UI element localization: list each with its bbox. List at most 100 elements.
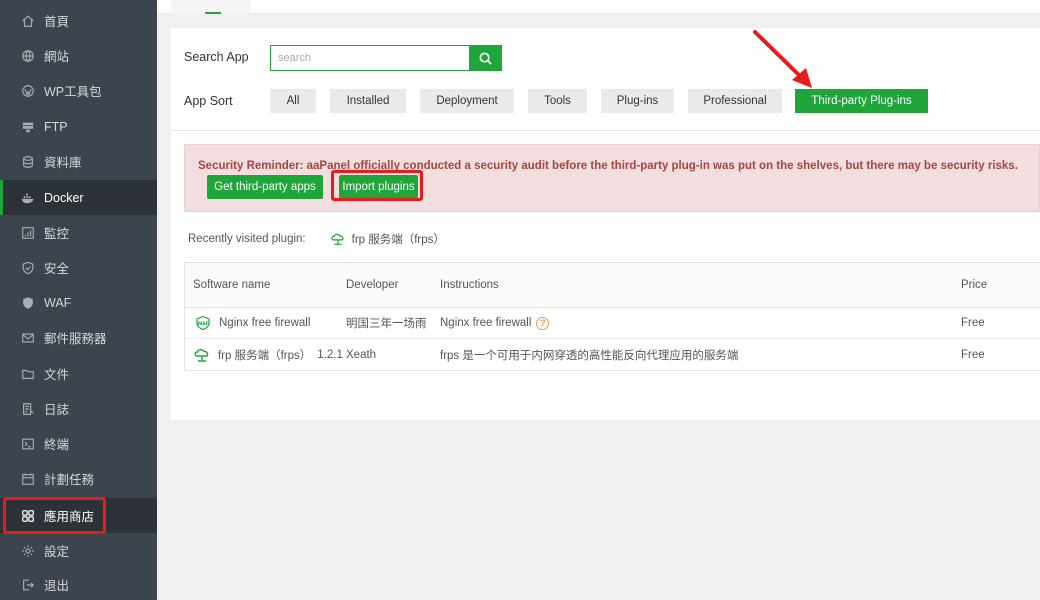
shield-icon <box>20 260 36 276</box>
table-row[interactable]: WAF Nginx free firewall 明国三年一场雨 Nginx fr… <box>185 308 1040 339</box>
column-header-developer: Developer <box>346 279 399 291</box>
wordpress-icon <box>20 83 36 99</box>
sidebar-item-mail-server[interactable]: 郵件服務器 <box>0 320 157 355</box>
help-icon[interactable]: ? <box>536 316 550 330</box>
svg-text:WAF: WAF <box>197 321 208 327</box>
sidebar-item-label: 退出 <box>44 579 70 593</box>
waf-shield-icon <box>20 295 36 311</box>
sidebar-item-label: WAF <box>44 295 72 310</box>
gear-icon <box>20 543 36 559</box>
sidebar-item-label: 計劃任務 <box>44 473 95 487</box>
cloud-server-icon <box>331 233 344 245</box>
sidebar-item-home[interactable]: 首頁 <box>0 3 157 38</box>
sidebar-item-cron[interactable]: 計劃任務 <box>0 461 157 496</box>
plugin-table: Software name Developer Instructions Pri… <box>184 262 1040 371</box>
app-sort-label: App Sort <box>184 94 233 108</box>
sort-installed-button[interactable]: Installed <box>330 89 406 113</box>
search-label: Search App <box>184 50 249 64</box>
sidebar-item-label: 文件 <box>44 368 70 382</box>
software-name: Nginx free firewall <box>219 317 311 329</box>
globe-icon <box>20 48 36 64</box>
filter-area: Search App search App Sort All Installed… <box>171 28 1040 131</box>
recent-plugin-name: frp 服务端（frps） <box>351 234 445 246</box>
ftp-icon <box>20 119 36 135</box>
column-header-instructions: Instructions <box>440 279 499 291</box>
developer-cell: Xeath <box>346 348 377 361</box>
database-icon <box>20 154 36 170</box>
top-tab[interactable] <box>171 0 251 14</box>
sidebar-item-label: WP工具包 <box>44 85 102 99</box>
developer-cell: 明国三年一场雨 <box>346 318 427 330</box>
security-reminder: Security Reminder: aaPanel officially co… <box>184 144 1040 212</box>
software-name-cell: frp 服务端（frps） 1.2.1 <box>193 339 343 370</box>
sort-third-party-button[interactable]: Third-party Plug-ins <box>795 89 928 113</box>
sort-tools-button[interactable]: Tools <box>528 89 587 113</box>
instructions-cell: frps 是一个可用于内网穿透的高性能反向代理应用的服务端 <box>440 349 739 362</box>
sidebar-item-label: 網站 <box>44 50 70 64</box>
sidebar-item-label: 監控 <box>44 227 70 241</box>
recent-plugin-frps[interactable]: frp 服务端（frps） <box>330 231 445 247</box>
app-store-panel: Search App search App Sort All Installed… <box>171 28 1040 420</box>
apps-grid-icon <box>20 508 36 524</box>
software-name-cell: WAF Nginx free firewall <box>195 308 310 338</box>
top-tab-bar <box>157 0 1040 14</box>
sort-all-button[interactable]: All <box>270 89 316 113</box>
get-third-party-apps-button[interactable]: Get third-party apps <box>207 175 323 199</box>
log-icon <box>20 401 36 417</box>
sort-plugins-button[interactable]: Plug-ins <box>601 89 674 113</box>
sidebar-item-docker[interactable]: Docker <box>0 180 157 215</box>
sidebar-item-monitor[interactable]: 監控 <box>0 215 157 250</box>
sidebar-item-label: 安全 <box>44 262 70 276</box>
docker-icon <box>20 190 36 206</box>
import-plugins-button[interactable]: Import plugins <box>339 175 418 199</box>
sidebar-item-label: 郵件服務器 <box>44 332 107 346</box>
sidebar-item-terminal[interactable]: 終端 <box>0 426 157 461</box>
sidebar-item-label: 終端 <box>44 438 70 452</box>
calendar-icon <box>20 471 36 487</box>
sidebar-item-label: 日誌 <box>44 403 70 417</box>
sidebar-item-ftp[interactable]: FTP <box>0 109 157 144</box>
instructions-text: Nginx free firewall <box>440 317 532 329</box>
sidebar-item-app-store[interactable]: 應用商店 <box>0 498 157 533</box>
sidebar-item-website[interactable]: 網站 <box>0 38 157 73</box>
instructions-cell: Nginx free firewall ? <box>440 308 550 338</box>
table-row[interactable]: frp 服务端（frps） 1.2.1 Xeath frps 是一个可用于内网穿… <box>185 339 1040 370</box>
sort-deployment-button[interactable]: Deployment <box>420 89 514 113</box>
sidebar-item-wp-toolkit[interactable]: WP工具包 <box>0 73 157 108</box>
sidebar-item-logout[interactable]: 退出 <box>0 567 157 600</box>
sidebar-item-label: 應用商店 <box>44 510 95 524</box>
folder-icon <box>20 366 36 382</box>
price-cell: Free <box>961 348 985 361</box>
terminal-icon <box>20 436 36 452</box>
sidebar-item-label: 資料庫 <box>44 156 82 170</box>
sort-professional-button[interactable]: Professional <box>688 89 782 113</box>
column-header-software-name[interactable]: Software name <box>193 263 270 307</box>
software-name: frp 服务端（frps） <box>218 349 312 362</box>
sidebar-item-label: 設定 <box>44 545 70 559</box>
sidebar-item-label: FTP <box>44 119 68 134</box>
sidebar-item-security[interactable]: 安全 <box>0 250 157 285</box>
sidebar-item-label: 首頁 <box>44 15 70 29</box>
cloud-server-icon <box>194 348 209 362</box>
sidebar-item-settings[interactable]: 設定 <box>0 533 157 568</box>
monitor-icon <box>20 225 36 241</box>
search-button[interactable] <box>469 45 502 71</box>
sidebar: 首頁 網站 WP工具包 FTP 資料庫 Docker 監控 安全 WAF 郵件服… <box>0 0 157 600</box>
mail-icon <box>20 330 36 346</box>
search-icon <box>479 52 492 65</box>
sidebar-item-label: Docker <box>44 190 84 205</box>
column-header-price[interactable]: Price <box>961 263 987 307</box>
recent-plugins: Recently visited plugin: frp 服务端（frps） <box>188 231 445 247</box>
waf-badge-icon: WAF <box>196 315 210 331</box>
search-input[interactable]: search <box>270 45 470 71</box>
logout-icon <box>20 577 36 593</box>
price-cell: Free <box>961 317 985 329</box>
sidebar-item-files[interactable]: 文件 <box>0 356 157 391</box>
sidebar-item-logs[interactable]: 日誌 <box>0 391 157 426</box>
home-icon <box>20 13 36 29</box>
table-header: Software name Developer Instructions Pri… <box>185 263 1040 308</box>
sidebar-item-waf[interactable]: WAF <box>0 285 157 320</box>
software-version: 1.2.1 <box>317 348 343 361</box>
sidebar-item-database[interactable]: 資料庫 <box>0 144 157 179</box>
recent-plugins-label: Recently visited plugin: <box>188 233 306 245</box>
